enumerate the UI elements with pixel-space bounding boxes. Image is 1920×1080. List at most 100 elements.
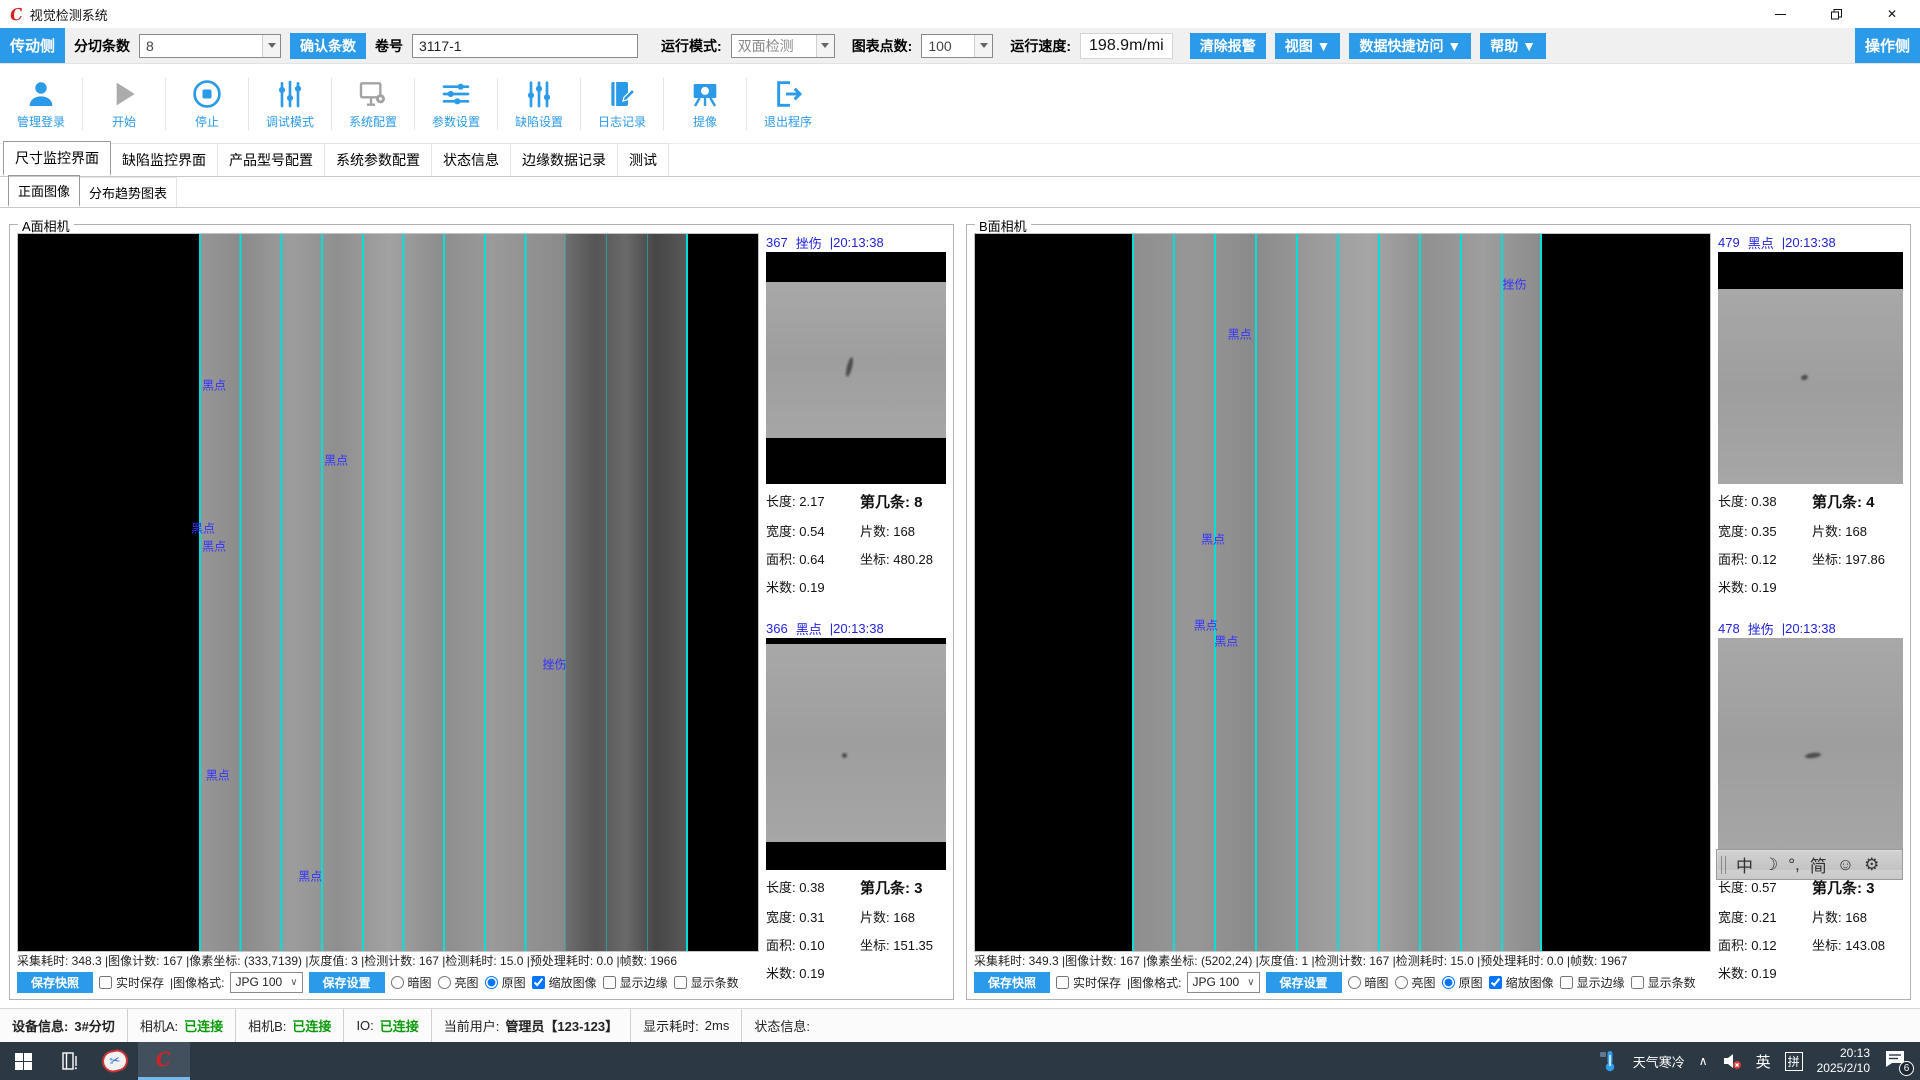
tab-defect-monitor[interactable]: 缺陷监控界面	[110, 143, 218, 176]
ime-toolbar[interactable]: 中 ☽ °, 简 ☺ ⚙	[1716, 849, 1903, 880]
icon-toolbar: 管理登录 开始 停止 调试模式 系统配置 参数设置 缺陷设置	[0, 64, 1920, 144]
chart-points-dropdown[interactable]: 100	[921, 34, 993, 58]
show-strips-checkbox[interactable]	[674, 976, 687, 989]
show-edge-checkbox[interactable]	[1560, 976, 1573, 989]
speed-value: 198.9m/mi	[1080, 33, 1173, 59]
chevron-down-icon	[816, 35, 834, 57]
task-view-button[interactable]	[46, 1042, 92, 1080]
tab-size-monitor[interactable]: 尺寸监控界面	[3, 141, 111, 176]
ime-chinese-mode[interactable]: 中	[1736, 852, 1753, 877]
help-menu-button[interactable]: 帮助 ▼	[1480, 33, 1546, 59]
sub-tab-bar: 正面图像 分布趋势图表	[0, 177, 1920, 208]
admin-login-button[interactable]: 管理登录	[4, 71, 78, 137]
dark-image-radio[interactable]	[391, 976, 404, 989]
show-edge-checkbox[interactable]	[603, 976, 616, 989]
volume-muted-icon[interactable]	[1722, 1052, 1742, 1070]
ime-language-indicator[interactable]: 英	[1756, 1051, 1771, 1072]
emoji-icon[interactable]: ☺	[1837, 855, 1854, 875]
punctuation-mode-icon[interactable]: °,	[1788, 855, 1800, 875]
zoom-image-checkbox[interactable]	[532, 976, 545, 989]
hidden-icons-chevron[interactable]: ∧	[1699, 1054, 1708, 1068]
thermometer-icon[interactable]	[1599, 1050, 1619, 1072]
chevron-down-icon: ∨	[1247, 977, 1254, 988]
tab-test[interactable]: 测试	[617, 143, 669, 176]
clear-alarm-button[interactable]: 清除报警	[1190, 33, 1266, 59]
operation-side-button[interactable]: 操作侧	[1855, 28, 1920, 63]
status-info-segment: 状态信息:	[742, 1009, 822, 1042]
original-image-radio[interactable]	[1442, 976, 1455, 989]
save-snapshot-button[interactable]: 保存快照	[17, 972, 93, 993]
defect-card[interactable]: 366黑点|20:13:38 长度: 0.38 第几条: 3 宽度: 0.31 …	[766, 619, 946, 996]
realtime-save-checkbox[interactable]	[99, 976, 112, 989]
transmission-side-button[interactable]: 传动侧	[0, 28, 65, 63]
defect-settings-button[interactable]: 缺陷设置	[502, 71, 576, 137]
snipping-tool-button[interactable]: ✂	[92, 1042, 138, 1080]
camera-a-connection-segment: 相机A:已连接	[128, 1009, 236, 1042]
defect-card[interactable]: 367挫伤|20:13:38 长度: 2.17 第几条: 8 宽度: 0.54 …	[766, 233, 946, 610]
format-dropdown[interactable]: JPG 100∨	[230, 972, 302, 993]
minimize-button[interactable]	[1752, 0, 1808, 28]
save-settings-button[interactable]: 保存设置	[309, 972, 385, 993]
debug-mode-button[interactable]: 调试模式	[253, 71, 327, 137]
tab-status-info[interactable]: 状态信息	[431, 143, 511, 176]
slit-count-dropdown[interactable]: 8	[139, 34, 281, 58]
gear-icon[interactable]: ⚙	[1864, 855, 1879, 875]
defect-marker-label: 黑点	[206, 767, 230, 784]
defect-marker-label: 黑点	[1201, 530, 1225, 547]
param-settings-button[interactable]: 参数设置	[419, 71, 493, 137]
exit-program-button[interactable]: 退出程序	[751, 71, 825, 137]
tab-product-model[interactable]: 产品型号配置	[217, 143, 325, 176]
bright-image-radio[interactable]	[438, 976, 451, 989]
quick-data-menu-button[interactable]: 数据快捷访问 ▼	[1349, 33, 1471, 59]
defect-card[interactable]: 479黑点|20:13:38 长度: 0.38 第几条: 4 宽度: 0.35 …	[1718, 233, 1903, 610]
system-config-button[interactable]: 系统配置	[336, 71, 410, 137]
roll-number-input[interactable]	[412, 34, 638, 58]
moon-icon[interactable]: ☽	[1763, 855, 1778, 875]
dark-image-radio[interactable]	[1348, 976, 1361, 989]
tab-trend-chart[interactable]: 分布趋势图表	[79, 177, 177, 207]
camera-b-image[interactable]: 挫伤 黑点 黑点 黑点 黑点	[974, 233, 1711, 952]
camera-a-defect-list: 367挫伤|20:13:38 长度: 2.17 第几条: 8 宽度: 0.54 …	[766, 233, 946, 995]
realtime-save-checkbox[interactable]	[1056, 976, 1069, 989]
tab-edge-data[interactable]: 边缘数据记录	[510, 143, 618, 176]
confirm-count-button[interactable]: 确认条数	[290, 33, 366, 59]
run-mode-dropdown[interactable]: 双面检测	[731, 34, 835, 58]
defect-marker-label: 黑点	[1228, 326, 1252, 343]
show-strips-checkbox[interactable]	[1631, 976, 1644, 989]
zoom-image-checkbox[interactable]	[1489, 976, 1502, 989]
defect-card[interactable]: 478挫伤|20:13:38 长度: 0.57 第几条: 3 宽度: 0.21 …	[1718, 619, 1903, 996]
log-record-button[interactable]: 日志记录	[585, 71, 659, 137]
start-button[interactable]	[0, 1042, 46, 1080]
log-book-icon	[606, 78, 638, 110]
stop-button[interactable]: 停止	[170, 71, 244, 137]
close-button[interactable]: ✕	[1864, 0, 1920, 28]
view-menu-button[interactable]: 视图 ▼	[1275, 33, 1341, 59]
tab-system-params[interactable]: 系统参数配置	[324, 143, 432, 176]
restore-button[interactable]	[1808, 0, 1864, 28]
weather-status[interactable]: 天气寒冷	[1633, 1052, 1685, 1071]
defect-thumbnail	[766, 252, 946, 484]
window-controls: ✕	[1752, 0, 1920, 28]
simplified-chinese-icon[interactable]: 简	[1810, 852, 1827, 877]
save-settings-button[interactable]: 保存设置	[1266, 972, 1342, 993]
bright-image-radio[interactable]	[1395, 976, 1408, 989]
scissors-icon: ✂	[100, 1048, 130, 1075]
display-time-segment: 显示耗时:2ms	[631, 1009, 742, 1042]
drag-handle-icon[interactable]	[1721, 856, 1726, 874]
tab-front-image[interactable]: 正面图像	[8, 175, 80, 207]
camera-a-image[interactable]: 黑点 黑点 黑点 黑点 挫伤 黑点 黑点	[17, 233, 759, 952]
format-dropdown[interactable]: JPG 100∨	[1187, 972, 1259, 993]
camera-b-panel: B面相机 挫伤 黑点 黑点 黑点 黑点 采集耗时: 349.3 |图像计数: 1…	[966, 224, 1911, 1000]
main-tab-bar: 尺寸监控界面 缺陷监控界面 产品型号配置 系统参数配置 状态信息 边缘数据记录 …	[0, 144, 1920, 177]
taskbar-clock[interactable]: 20:13 2025/2/10	[1817, 1046, 1870, 1076]
start-button[interactable]: 开始	[87, 71, 161, 137]
format-label: |图像格式:	[1127, 974, 1181, 991]
ime-mode-indicator[interactable]: 拼	[1785, 1052, 1803, 1071]
save-snapshot-button[interactable]: 保存快照	[974, 972, 1050, 993]
original-image-radio[interactable]	[485, 976, 498, 989]
capture-button[interactable]: 提像	[668, 71, 742, 137]
divider	[331, 78, 332, 130]
divider	[82, 78, 83, 130]
active-app-button[interactable]: C	[138, 1042, 190, 1080]
action-center-button[interactable]: 6	[1884, 1049, 1910, 1073]
